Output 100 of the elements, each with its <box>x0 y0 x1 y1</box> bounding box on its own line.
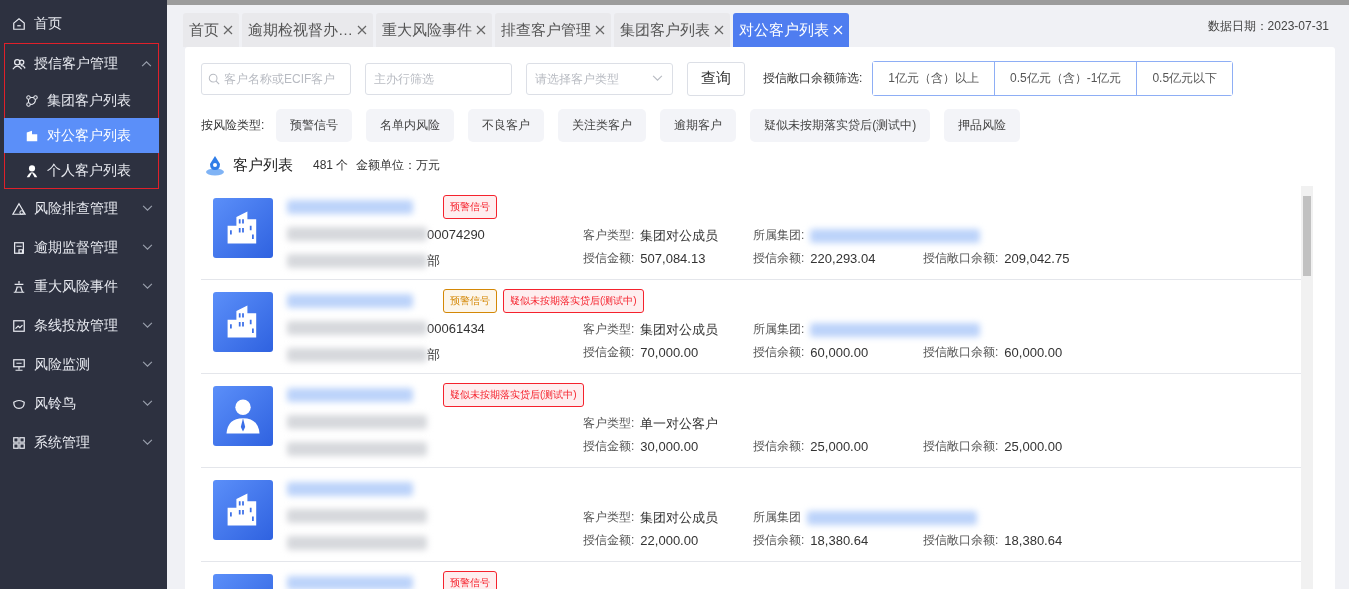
branch-field[interactable]: 主办行筛选 <box>365 62 512 95</box>
submenu-item[interactable]: 集团客户列表 <box>5 83 158 118</box>
menu-item[interactable]: 系统管理 <box>0 423 167 462</box>
tab[interactable]: 排查客户管理 <box>495 13 611 47</box>
chevron-icon <box>142 439 153 446</box>
risk-tag: 预警信号 <box>443 289 497 313</box>
menu-icon <box>12 56 26 71</box>
risk-type-chip[interactable]: 预警信号 <box>276 109 353 142</box>
menu-icon <box>12 201 26 216</box>
chevron-icon <box>142 322 153 329</box>
amount-value: 60,000.00 <box>810 345 869 360</box>
customer-id: 00061434 <box>427 320 485 336</box>
field-label: 授信余额: <box>753 344 805 361</box>
amount-value: 18,380.64 <box>1004 533 1063 548</box>
list-title: 客户列表 <box>233 155 293 175</box>
field-label: 客户类型: <box>583 227 635 244</box>
menu-item[interactable]: 首页 <box>0 4 167 43</box>
tab[interactable]: 对公客户列表 <box>733 13 849 47</box>
field-label: 授信余额: <box>753 532 805 549</box>
risk-tag: 预警信号 <box>443 571 497 589</box>
risk-type-chip[interactable]: 关注类客户 <box>558 109 647 142</box>
amount-value: 209,042.75 <box>1004 251 1070 266</box>
field-label: 授信敞口余额: <box>923 438 999 455</box>
chevron-icon <box>142 400 153 407</box>
risk-tag: 疑似未按期落实贷后(测试中) <box>443 383 584 407</box>
department-name: 部 <box>427 252 440 270</box>
tab[interactable]: 集团客户列表 <box>614 13 730 47</box>
search-field[interactable]: 客户名称或ECIF客户 <box>201 62 351 95</box>
risk-tag: 疑似未按期落实贷后(测试中) <box>503 289 644 313</box>
tab[interactable]: 重大风险事件 <box>376 13 492 47</box>
close-icon[interactable] <box>357 25 367 35</box>
close-icon[interactable] <box>223 25 233 35</box>
amount-value: 220,293.04 <box>810 251 876 266</box>
menu-icon <box>12 279 26 294</box>
field-label: 客户类型: <box>583 509 635 526</box>
menu-item[interactable]: 授信客户管理 <box>5 44 158 83</box>
customer-type: 集团对公成员 <box>640 226 719 245</box>
risk-type-chip[interactable]: 不良客户 <box>468 109 545 142</box>
field-label: 授信金额: <box>583 344 635 361</box>
risk-filter-label: 按风险类型: <box>201 117 265 134</box>
field-label: 授信金额: <box>583 532 635 549</box>
field-label: 授信敞口余额: <box>923 532 999 549</box>
query-button[interactable]: 查询 <box>687 61 745 96</box>
menu-item[interactable]: 风铃鸟 <box>0 384 167 423</box>
department-name: 部 <box>427 346 440 364</box>
list-icon <box>205 154 225 176</box>
menu-icon <box>25 128 39 143</box>
chevron-icon <box>141 60 152 67</box>
amount-value: 22,000.00 <box>640 533 699 548</box>
amount-value: 30,000.00 <box>640 439 699 454</box>
customer-id: 00074290 <box>427 226 485 242</box>
amount-unit: 金额单位：万元 <box>356 156 441 174</box>
risk-type-chip[interactable]: 名单内风险 <box>366 109 455 142</box>
customer-type: 单一对公客户 <box>640 414 719 433</box>
field-label: 授信金额: <box>583 438 635 455</box>
chevron-icon <box>142 244 153 251</box>
menu-item[interactable]: 风险排查管理 <box>0 189 167 228</box>
field-label: 授信敞口余额: <box>923 344 999 361</box>
amount-value: 25,000.00 <box>1004 439 1063 454</box>
customer-row[interactable]: 预警信号 00074290 部 客户类型: 集团对公成员 所属集团: 授信金额: 507,084.13 授信余额: 220,293.04 授信敞口余额: 209,042.75 <box>201 186 1301 280</box>
search-icon <box>208 72 220 85</box>
chevron-icon <box>142 361 153 368</box>
field-label: 所属集团 <box>753 509 801 526</box>
risk-type-chip[interactable]: 逾期客户 <box>660 109 737 142</box>
risk-type-chip[interactable]: 疑似未按期落实贷后(测试中) <box>750 109 931 142</box>
customer-type-select[interactable]: 请选择客户类型 <box>526 62 673 95</box>
risk-type-chip[interactable]: 押品风险 <box>944 109 1021 142</box>
tab[interactable]: 首页 <box>183 13 239 47</box>
customer-row[interactable]: 客户类型: 集团对公成员 所属集团 授信金额: 22,000.00 授信余额: 18,380.64 授信敞口余额: 18,380.64 <box>201 468 1301 562</box>
field-label: 客户类型: <box>583 415 635 432</box>
amount-value: 18,380.64 <box>810 533 869 548</box>
amount-value: 25,000.00 <box>810 439 869 454</box>
menu-item[interactable]: 条线投放管理 <box>0 306 167 345</box>
menu-icon <box>12 435 26 450</box>
data-date: 数据日期：2023-07-31 <box>1207 17 1330 35</box>
close-icon[interactable] <box>595 25 605 35</box>
menu-icon <box>25 93 39 108</box>
customer-row[interactable]: 疑似未按期落实贷后(测试中) 客户类型: 单一对公客户 授信金额: 30,000.00 授信余额: 25,000.00 授信敞口余额: 25,000.00 <box>201 374 1301 468</box>
close-icon[interactable] <box>476 25 486 35</box>
field-label: 客户类型: <box>583 321 635 338</box>
amount-value: 70,000.00 <box>640 345 699 360</box>
chevron-icon <box>142 283 153 290</box>
menu-item[interactable]: 重大风险事件 <box>0 267 167 306</box>
submenu-item[interactable]: 个人客户列表 <box>5 153 158 188</box>
menu-item[interactable]: 逾期监督管理 <box>0 228 167 267</box>
menu-icon <box>12 318 26 333</box>
tab[interactable]: 逾期检视督办… <box>242 13 373 47</box>
exposure-option[interactable]: 0.5亿元以下 <box>1136 62 1233 95</box>
close-icon[interactable] <box>714 25 724 35</box>
customer-row[interactable]: 预警信号 <box>201 562 1301 589</box>
scrollbar[interactable] <box>1301 186 1313 589</box>
field-label: 授信金额: <box>583 250 635 267</box>
customer-row[interactable]: 预警信号 疑似未按期落实贷后(测试中) 00061434 部 客户类型: 集团对公成员 所属集团: 授信金额: 70,000.00 授信余额: 60,000.00 授信敞口余额: 60,000.00 <box>201 280 1301 374</box>
customer-type: 集团对公成员 <box>640 320 719 339</box>
menu-item[interactable]: 风险监测 <box>0 345 167 384</box>
field-label: 所属集团: <box>753 227 805 244</box>
field-label: 所属集团: <box>753 321 805 338</box>
chevron-icon <box>652 75 663 82</box>
menu-icon <box>12 240 26 255</box>
amount-value: 507,084.13 <box>640 251 706 266</box>
